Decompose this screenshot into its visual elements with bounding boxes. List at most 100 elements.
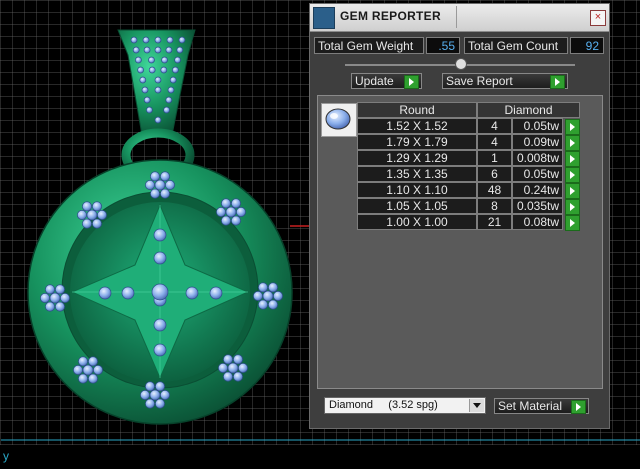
gem-stone bbox=[176, 46, 184, 54]
row-select-button[interactable] bbox=[565, 119, 580, 135]
row-weight-cell: 0.035tw bbox=[512, 198, 563, 214]
gem-stone bbox=[160, 188, 170, 199]
gem-stone bbox=[223, 371, 233, 382]
row-count-cell: 6 bbox=[477, 166, 512, 182]
row-size-cell: 1.29 X 1.29 bbox=[357, 150, 477, 166]
gem-stone bbox=[73, 365, 83, 375]
gem-stone bbox=[258, 282, 268, 293]
row-select-button[interactable] bbox=[565, 151, 580, 167]
material-dropdown-value: Diamond (3.52 spg) bbox=[329, 399, 438, 411]
gem-stone bbox=[218, 363, 228, 373]
set-material-button[interactable]: Set Material bbox=[494, 398, 589, 414]
gem-stone bbox=[165, 96, 173, 104]
gem-stone bbox=[141, 86, 149, 94]
gem-stone bbox=[121, 286, 135, 300]
gem-stone bbox=[160, 390, 170, 400]
row-count-cell: 8 bbox=[477, 198, 512, 214]
gem-stone bbox=[233, 371, 243, 382]
title-bar[interactable]: GEM REPORTER × bbox=[310, 4, 609, 32]
gem-stone bbox=[178, 36, 186, 44]
app-icon bbox=[313, 7, 335, 29]
gem-stone bbox=[167, 86, 175, 94]
gem-stone bbox=[93, 365, 103, 375]
gem-stone bbox=[153, 228, 167, 242]
gem-stone bbox=[78, 373, 88, 384]
row-select-button[interactable] bbox=[565, 215, 580, 231]
gem-stone bbox=[146, 106, 153, 114]
gem-stone bbox=[130, 36, 138, 44]
save-report-button[interactable]: Save Report bbox=[442, 73, 568, 89]
gem-stone bbox=[174, 56, 181, 64]
gem-stone bbox=[97, 210, 107, 220]
gem-stone bbox=[154, 86, 162, 94]
gem-stone bbox=[143, 46, 151, 54]
row-select-button[interactable] bbox=[565, 183, 580, 199]
gem-stone bbox=[154, 36, 162, 44]
update-button[interactable]: Update bbox=[351, 73, 422, 89]
gem-stone bbox=[172, 66, 179, 74]
gem-stone bbox=[145, 381, 155, 392]
column-header-shape: Round bbox=[357, 102, 477, 118]
gem-stone bbox=[231, 215, 241, 226]
gem-thumbnail[interactable] bbox=[321, 103, 357, 137]
gem-stone bbox=[82, 364, 94, 376]
gem-stone bbox=[78, 356, 88, 367]
axis-y-label: y bbox=[3, 449, 9, 463]
viewport-bottom-strip bbox=[0, 445, 640, 469]
update-button-label: Update bbox=[355, 74, 394, 88]
row-size-cell: 1.79 X 1.79 bbox=[357, 134, 477, 150]
gem-stone bbox=[86, 209, 98, 221]
gem-stone bbox=[209, 286, 223, 300]
gem-stone bbox=[154, 76, 162, 84]
close-button[interactable]: × bbox=[590, 10, 606, 26]
material-dropdown[interactable]: Diamond (3.52 spg) bbox=[324, 397, 486, 414]
gem-stone bbox=[92, 201, 102, 212]
gem-stone bbox=[149, 389, 161, 401]
gem-stone bbox=[225, 206, 237, 218]
title-separator bbox=[456, 6, 457, 28]
gem-table-area: Round Diamond 1.52 X 1.52 4 0.05tw 1.79 X 1… bbox=[317, 95, 603, 389]
gem-stone bbox=[231, 198, 241, 209]
gem-stone bbox=[153, 318, 167, 332]
gem-stone bbox=[165, 180, 175, 190]
gem-stone bbox=[45, 284, 55, 295]
row-select-button[interactable] bbox=[565, 199, 580, 215]
row-size-cell: 1.00 X 1.00 bbox=[357, 214, 477, 230]
row-weight-cell: 0.09tw bbox=[512, 134, 563, 150]
gem-reporter-panel: GEM REPORTER × Total Gem Weight .55 Tota… bbox=[309, 3, 610, 429]
gem-stone bbox=[268, 282, 278, 293]
row-size-cell: 1.05 X 1.05 bbox=[357, 198, 477, 214]
chevron-down-icon bbox=[469, 399, 484, 412]
row-weight-cell: 0.008tw bbox=[512, 150, 563, 166]
gem-stone bbox=[132, 46, 140, 54]
gem-stone bbox=[223, 354, 233, 365]
row-select-button[interactable] bbox=[565, 167, 580, 183]
gem-stone bbox=[153, 251, 167, 265]
set-material-button-label: Set Material bbox=[498, 399, 563, 413]
gem-stone bbox=[163, 106, 170, 114]
gem-stone bbox=[145, 180, 155, 190]
gem-stone bbox=[236, 207, 246, 217]
gem-stone bbox=[233, 354, 243, 365]
row-weight-cell: 0.08tw bbox=[512, 214, 563, 230]
gem-stone bbox=[60, 293, 70, 303]
gem-stone bbox=[150, 188, 160, 199]
gem-stone bbox=[160, 171, 170, 182]
row-size-cell: 1.10 X 1.10 bbox=[357, 182, 477, 198]
gem-stone bbox=[55, 301, 65, 312]
row-size-cell: 1.52 X 1.52 bbox=[357, 118, 477, 134]
gem-stone bbox=[140, 390, 150, 400]
gem-stone bbox=[155, 381, 165, 392]
row-size-cell: 1.35 X 1.35 bbox=[357, 166, 477, 182]
row-select-button[interactable] bbox=[565, 135, 580, 151]
slider-handle[interactable] bbox=[455, 58, 467, 70]
gem-stone bbox=[161, 56, 168, 64]
gem-stone bbox=[160, 66, 168, 74]
gem-stone bbox=[258, 299, 268, 310]
gem-stone bbox=[262, 290, 274, 302]
gem-stone bbox=[148, 66, 156, 74]
save-report-button-label: Save Report bbox=[446, 74, 513, 88]
update-go-icon bbox=[404, 75, 419, 89]
row-count-cell: 1 bbox=[477, 150, 512, 166]
gem-stone bbox=[154, 116, 162, 124]
